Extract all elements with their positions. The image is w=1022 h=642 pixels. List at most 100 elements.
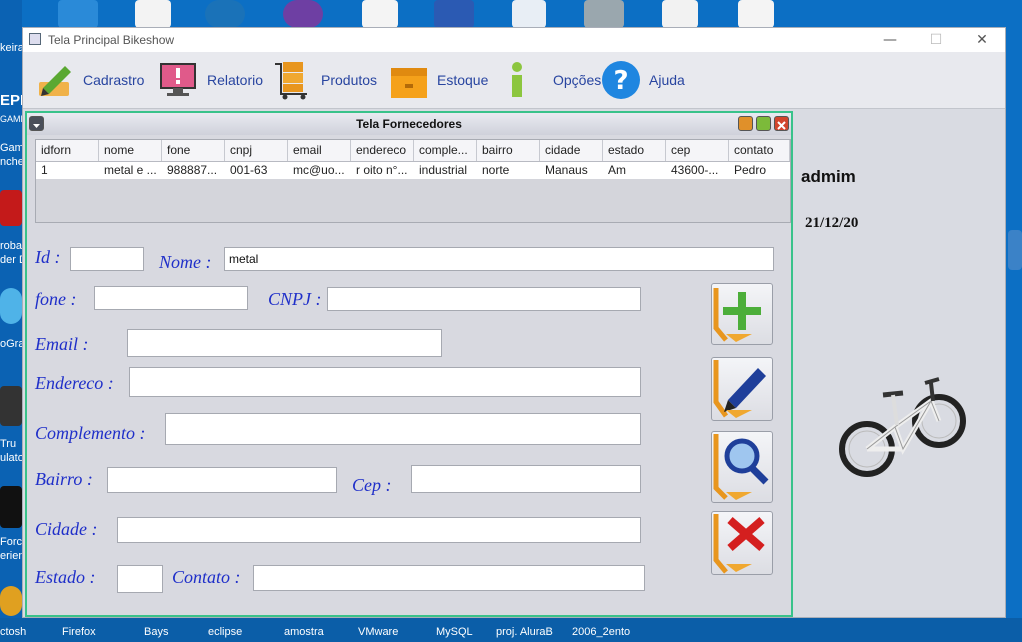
- column-header[interactable]: endereco: [351, 140, 414, 161]
- desktop-label: Forc: [0, 536, 22, 548]
- cnpj-field[interactable]: [327, 287, 641, 311]
- column-header[interactable]: idforn: [36, 140, 99, 161]
- menu-ajuda[interactable]: ? Ajuda: [601, 58, 685, 102]
- menu-label: Ajuda: [649, 72, 685, 88]
- shortcut-icon[interactable]: [434, 0, 474, 28]
- desktop-label: erien: [0, 550, 25, 562]
- edge-icon[interactable]: [58, 0, 98, 28]
- acrobat-icon[interactable]: [0, 190, 22, 226]
- desktop-label[interactable]: eclipse: [208, 626, 242, 638]
- desktop-label[interactable]: 2006_2ento: [572, 626, 630, 638]
- nome-field[interactable]: metal: [224, 247, 774, 271]
- desktop-label[interactable]: Firefox: [62, 626, 96, 638]
- side-panel: admim 21/12/20: [795, 111, 1005, 617]
- table-cell: Manaus: [545, 163, 588, 177]
- cnpj-label: CNPJ :: [268, 289, 322, 309]
- column-header[interactable]: cidade: [540, 140, 603, 161]
- file-icon[interactable]: [135, 0, 171, 28]
- delete-button[interactable]: [711, 511, 773, 575]
- nvidia-icon[interactable]: [0, 486, 22, 528]
- menu-cadrastro[interactable]: Cadrastro: [35, 58, 144, 102]
- document-icon[interactable]: [512, 0, 546, 28]
- cidade-field[interactable]: [117, 517, 641, 543]
- photo-icon[interactable]: [584, 0, 624, 28]
- desktop-label[interactable]: amostra: [284, 626, 324, 638]
- table-cell: 43600-...: [671, 163, 719, 177]
- menu-label: Relatorio: [207, 72, 264, 88]
- menu-relatorio[interactable]: Relatorio: [159, 58, 263, 102]
- desktop-label: oGra: [0, 338, 25, 350]
- app-icon-2[interactable]: [0, 288, 22, 324]
- desktop-label: ulato: [0, 452, 24, 464]
- desktop-label: keira: [0, 42, 24, 54]
- column-header[interactable]: cep: [666, 140, 729, 161]
- desktop-label: Gam: [0, 142, 24, 154]
- pdf-file-icon-2[interactable]: [738, 0, 774, 28]
- register-pen-icon: [35, 60, 75, 100]
- table-row[interactable]: 1 metal e ... 988887... 001-63 mc@uo... …: [36, 162, 790, 179]
- fone-label: fone :: [35, 289, 77, 309]
- column-header[interactable]: email: [288, 140, 351, 161]
- email-field[interactable]: [127, 329, 442, 357]
- add-button[interactable]: [711, 283, 773, 345]
- frame-title-bar[interactable]: Tela Fornecedores: [27, 113, 791, 135]
- menu-bar: Cadrastro Relatorio Produtos Estoque Opç…: [23, 52, 1005, 109]
- column-header[interactable]: estado: [603, 140, 666, 161]
- app-icon[interactable]: [205, 0, 245, 28]
- github-icon[interactable]: [283, 0, 323, 28]
- current-date: 21/12/20: [805, 215, 859, 231]
- endereco-field[interactable]: [129, 367, 641, 397]
- frame-close-button[interactable]: [774, 116, 789, 131]
- table-cell: Am: [608, 163, 626, 177]
- text-file-icon[interactable]: [662, 0, 698, 28]
- table-cell: mc@uo...: [293, 163, 345, 177]
- id-field[interactable]: [70, 247, 144, 271]
- menu-produtos[interactable]: Produtos: [273, 58, 377, 102]
- table-cell: 001-63: [230, 163, 268, 177]
- edit-button[interactable]: [711, 357, 773, 421]
- minimize-button[interactable]: —: [867, 28, 913, 52]
- column-header[interactable]: nome: [99, 140, 162, 161]
- menu-opcoes[interactable]: Opções: [505, 58, 601, 102]
- column-header[interactable]: fone: [162, 140, 225, 161]
- estado-field[interactable]: [117, 565, 163, 593]
- magnifier-icon: [713, 434, 769, 500]
- menu-estoque[interactable]: Estoque: [389, 58, 488, 102]
- complemento-field[interactable]: [165, 413, 641, 445]
- desktop-label[interactable]: VMware: [358, 626, 398, 638]
- table-cell: 988887...: [167, 163, 218, 177]
- column-header[interactable]: bairro: [477, 140, 540, 161]
- monitor-report-icon: [159, 60, 199, 100]
- java-app-icon: [29, 33, 41, 45]
- right-edge-icon[interactable]: [1008, 230, 1022, 270]
- pdf-file-icon[interactable]: [362, 0, 398, 28]
- frame-minimize-button[interactable]: [738, 116, 753, 131]
- desktop-label[interactable]: ctosh: [0, 626, 26, 638]
- supplier-table[interactable]: idforn nome fone cnpj email endereco com…: [35, 139, 791, 223]
- box-stock-icon: [389, 60, 429, 100]
- bairro-label: Bairro :: [35, 469, 93, 489]
- desktop-label[interactable]: MySQL: [436, 626, 473, 638]
- column-header[interactable]: contato: [729, 140, 790, 161]
- column-header[interactable]: cnpj: [225, 140, 288, 161]
- contato-field[interactable]: [253, 565, 645, 591]
- title-bar[interactable]: Tela Principal Bikeshow — ☐ ✕: [23, 28, 1005, 52]
- chrome-icon[interactable]: [0, 586, 22, 616]
- search-button[interactable]: [711, 431, 773, 503]
- table-cell: Pedro: [734, 163, 767, 177]
- desktop-label[interactable]: proj. AluraB: [496, 626, 553, 638]
- cep-field[interactable]: [411, 465, 641, 493]
- truck-sim-icon[interactable]: [0, 386, 22, 426]
- desktop-label: Tru: [0, 438, 17, 450]
- email-label: Email :: [35, 334, 89, 354]
- table-header: idforn nome fone cnpj email endereco com…: [36, 140, 790, 162]
- maximize-button[interactable]: ☐: [913, 28, 959, 52]
- fone-field[interactable]: [94, 286, 248, 310]
- frame-maximize-button[interactable]: [756, 116, 771, 131]
- column-header[interactable]: comple...: [414, 140, 477, 161]
- close-button[interactable]: ✕: [959, 28, 1005, 52]
- desktop-label[interactable]: Bays: [144, 626, 168, 638]
- main-window: Tela Principal Bikeshow — ☐ ✕ Cadrastro …: [22, 27, 1006, 618]
- bairro-field[interactable]: [107, 467, 337, 493]
- info-icon: [505, 60, 545, 100]
